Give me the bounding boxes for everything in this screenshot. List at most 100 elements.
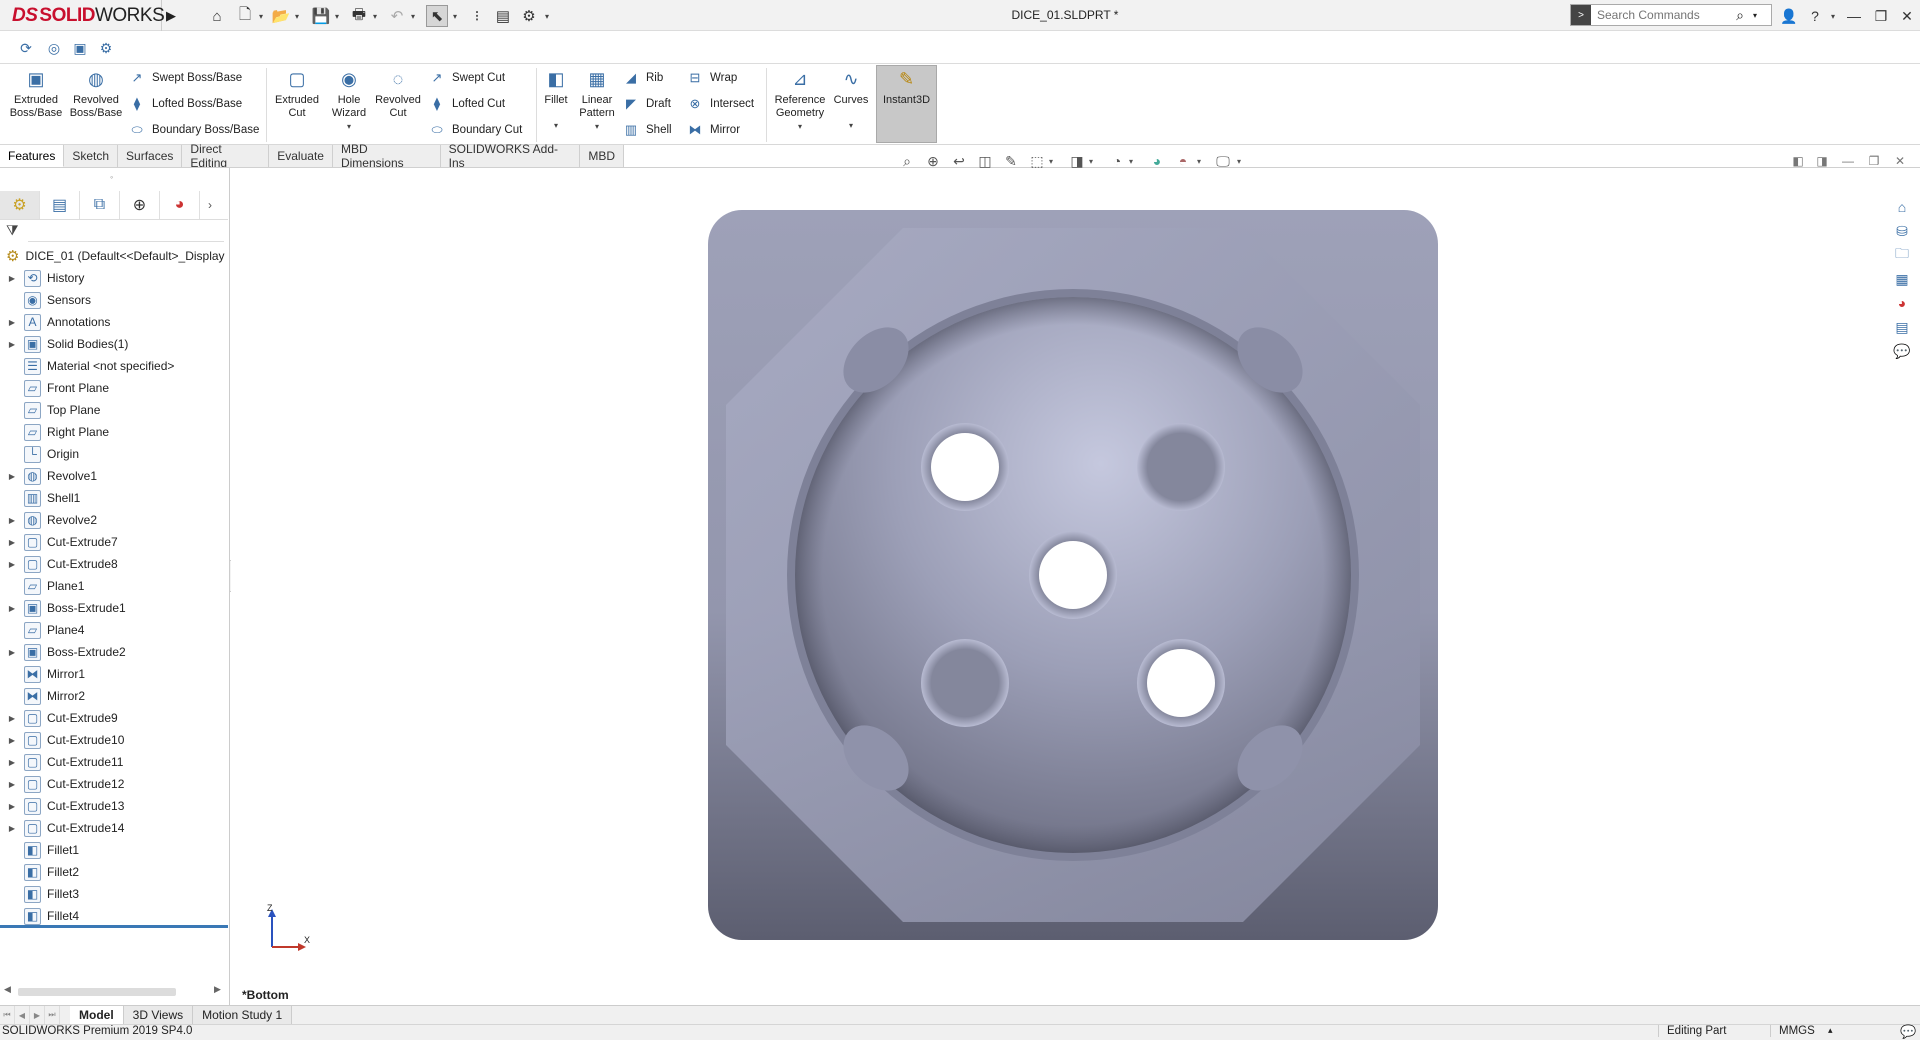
panel-horizontal-scrollbar[interactable]: ◀ ▶ xyxy=(0,982,228,1000)
tree-item[interactable]: ▶ ▣ Boss-Extrude2 xyxy=(0,641,228,663)
tree-item[interactable]: ▱ Plane4 xyxy=(0,619,228,641)
display-manager-tab-icon[interactable]: ◕ xyxy=(160,190,200,219)
design-library-icon[interactable]: ⛁ xyxy=(1890,219,1914,243)
expand-arrow-icon[interactable]: ▶ xyxy=(0,780,24,789)
hole-wizard-button[interactable]: ◉ Hole Wizard ▾ xyxy=(324,66,374,133)
options-dropdown-icon[interactable]: ▾ xyxy=(542,5,552,27)
tree-item[interactable]: ▶ ▢ Cut-Extrude11 xyxy=(0,751,228,773)
extruded-boss-button[interactable]: ▣ Extruded Boss/Base xyxy=(6,66,66,120)
tree-item[interactable]: ▱ Right Plane xyxy=(0,421,228,443)
tab-mbd[interactable]: MBD xyxy=(580,145,624,167)
next-tab-icon[interactable]: ▶ xyxy=(30,1006,45,1024)
rebuild-icon[interactable]: ⟳ xyxy=(16,38,36,58)
customize-gear-icon[interactable]: ⚙ xyxy=(96,38,116,58)
tree-item[interactable]: ▱ Plane1 xyxy=(0,575,228,597)
tree-item[interactable]: ▶ ▢ Cut-Extrude9 xyxy=(0,707,228,729)
unit-system-dropdown-icon[interactable]: ▴ xyxy=(1828,1025,1833,1036)
file-explorer-icon[interactable]: 🗀 xyxy=(1890,243,1914,267)
expand-arrow-icon[interactable]: ▶ xyxy=(0,516,24,525)
tree-item[interactable]: ▶ ▢ Cut-Extrude7 xyxy=(0,531,228,553)
reference-geometry-dropdown-icon[interactable]: ▾ xyxy=(798,120,802,133)
tab-solidworks-add-ins[interactable]: SOLIDWORKS Add-Ins xyxy=(440,142,581,170)
tree-item[interactable]: ▶ A Annotations xyxy=(0,311,228,333)
select-dropdown-icon[interactable]: ▾ xyxy=(450,5,460,27)
tree-item[interactable]: ▶ ◍ Revolve1 xyxy=(0,465,228,487)
appearances-scenes-icon[interactable]: ◕ xyxy=(1890,291,1914,315)
save-icon[interactable]: 💾 xyxy=(310,5,332,27)
filter-icon[interactable]: ⧩ xyxy=(6,222,19,239)
expand-arrow-icon[interactable]: ▶ xyxy=(0,472,24,481)
scroll-right-icon[interactable]: ▶ xyxy=(214,984,221,995)
revolved-boss-button[interactable]: ◍ Revolved Boss/Base xyxy=(66,66,126,120)
help-dropdown-icon[interactable]: ▾ xyxy=(1828,5,1838,27)
tree-item[interactable]: ▱ Front Plane xyxy=(0,377,228,399)
wrap-button[interactable]: ⊟ Wrap xyxy=(686,67,738,89)
minimize-icon[interactable]: — xyxy=(1843,5,1865,27)
undo-icon[interactable]: ↶ xyxy=(386,5,408,27)
tree-item[interactable]: └ Origin xyxy=(0,443,228,465)
solidworks-forum-icon[interactable]: 💬 xyxy=(1890,339,1914,363)
tree-item[interactable]: ◧ Fillet1 xyxy=(0,839,228,861)
instant3d-content[interactable]: ✎ Instant3D xyxy=(876,66,937,107)
scroll-thumb[interactable] xyxy=(18,988,176,996)
panel-tabs-more-icon[interactable]: › xyxy=(200,191,220,219)
search-icon[interactable]: ⌕ xyxy=(1731,7,1749,24)
tree-item[interactable]: ▶ ◍ Revolve2 xyxy=(0,509,228,531)
tree-filter-input[interactable] xyxy=(28,222,224,242)
tree-item[interactable]: ⧓ Mirror1 xyxy=(0,663,228,685)
expand-arrow-icon[interactable]: ▶ xyxy=(0,736,24,745)
draft-button[interactable]: ◤ Draft xyxy=(622,93,671,115)
expand-arrow-icon[interactable]: ▶ xyxy=(0,560,24,569)
tree-item[interactable]: ▶ ▢ Cut-Extrude13 xyxy=(0,795,228,817)
tree-item[interactable]: ▥ Shell1 xyxy=(0,487,228,509)
expand-arrow-icon[interactable]: ▶ xyxy=(0,648,24,657)
restore-icon[interactable]: ❐ xyxy=(1870,5,1892,27)
fillet-button[interactable]: ◧ Fillet ▾ xyxy=(540,66,572,132)
screen-capture-icon[interactable]: ▣ xyxy=(70,38,90,58)
unit-system[interactable]: MMGS xyxy=(1770,1025,1815,1037)
last-tab-icon[interactable]: ⏭ xyxy=(45,1006,60,1024)
command-prompt-icon[interactable]: > xyxy=(1571,5,1591,25)
rollback-bar[interactable] xyxy=(0,925,228,928)
previous-tab-icon[interactable]: ◀ xyxy=(15,1006,30,1024)
new-document-icon[interactable]: 🗋 xyxy=(234,5,256,27)
expand-arrow-icon[interactable]: ▶ xyxy=(0,538,24,547)
tree-item[interactable]: ◧ Fillet4 xyxy=(0,905,228,927)
search-input[interactable] xyxy=(1591,8,1731,22)
solidworks-logo[interactable]: DS SOLID WORKS xyxy=(0,0,165,31)
help-icon[interactable]: ? xyxy=(1804,5,1826,27)
print-icon[interactable]: 🖶 xyxy=(348,5,370,27)
swept-boss-button[interactable]: ↗ Swept Boss/Base xyxy=(128,67,243,89)
property-manager-tab-icon[interactable]: ▤ xyxy=(40,190,80,219)
boundary-boss-button[interactable]: ⬭ Boundary Boss/Base xyxy=(128,119,259,141)
mirror-button[interactable]: ⧓ Mirror xyxy=(686,119,741,141)
fillet-dropdown-icon[interactable]: ▾ xyxy=(554,119,558,132)
user-account-icon[interactable]: 👤 xyxy=(1778,5,1800,27)
solidworks-resources-home-icon[interactable]: ⌂ xyxy=(1890,195,1914,219)
tab-features[interactable]: Features xyxy=(0,145,65,167)
swept-cut-button[interactable]: ↗ Swept Cut xyxy=(428,67,506,89)
tree-item[interactable]: ◧ Fillet2 xyxy=(0,861,228,883)
tree-item[interactable]: ▶ ▣ Boss-Extrude1 xyxy=(0,597,228,619)
open-folder-icon[interactable]: 📂 xyxy=(270,5,292,27)
tab-surfaces[interactable]: Surfaces xyxy=(118,145,183,167)
expand-arrow-icon[interactable]: ▶ xyxy=(0,604,24,613)
expand-arrow-icon[interactable]: ▶ xyxy=(0,758,24,767)
custom-properties-icon[interactable]: ▤ xyxy=(1890,315,1914,339)
feature-manager-tree-tab-icon[interactable]: ⚙ xyxy=(0,190,40,219)
tree-item[interactable]: ▶ ▢ Cut-Extrude8 xyxy=(0,553,228,575)
intersect-button[interactable]: ⊗ Intersect xyxy=(686,93,755,115)
viewport-close-icon[interactable]: ✕ xyxy=(1890,152,1910,170)
expand-arrow-icon[interactable]: ▶ xyxy=(0,318,24,327)
curves-dropdown-icon[interactable]: ▾ xyxy=(849,119,853,132)
search-dropdown-icon[interactable]: ▾ xyxy=(1749,11,1761,20)
tab-motion-study-1[interactable]: Motion Study 1 xyxy=(193,1006,293,1024)
linear-pattern-button[interactable]: ▦ Linear Pattern ▾ xyxy=(574,66,620,133)
shell-button[interactable]: ▥ Shell xyxy=(622,119,672,141)
extruded-cut-button[interactable]: ▢ Extruded Cut xyxy=(270,66,324,120)
tree-item[interactable]: ▶ ▣ Solid Bodies(1) xyxy=(0,333,228,355)
scroll-left-icon[interactable]: ◀ xyxy=(4,984,11,995)
dice-model[interactable] xyxy=(708,210,1438,940)
tree-item[interactable]: ⧓ Mirror2 xyxy=(0,685,228,707)
revolved-cut-button[interactable]: ◌ Revolved Cut xyxy=(372,66,424,120)
